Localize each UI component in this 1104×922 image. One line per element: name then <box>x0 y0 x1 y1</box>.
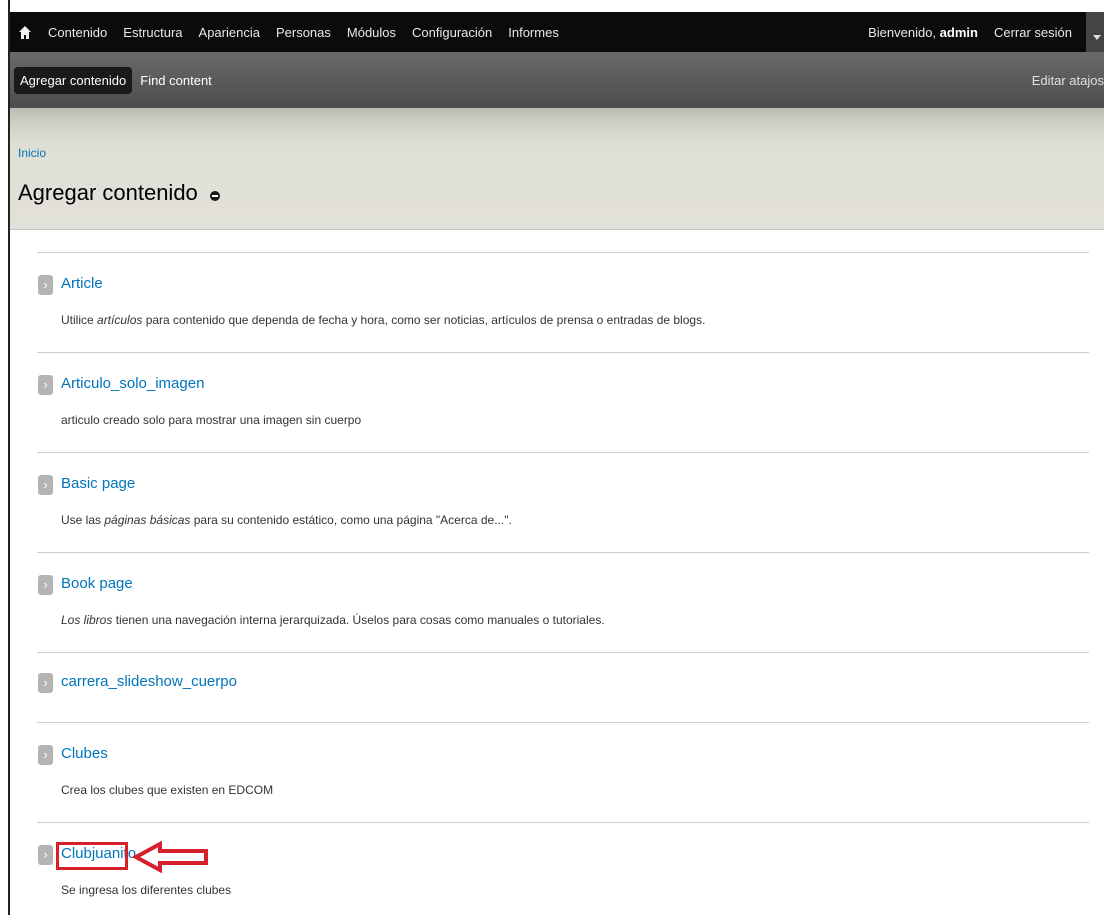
desc-text: tienen una navegación interna jerarquiza… <box>112 613 605 627</box>
logout-link[interactable]: Cerrar sesión <box>986 25 1080 40</box>
menu-estructura[interactable]: Estructura <box>115 25 190 40</box>
menu-configuracion[interactable]: Configuración <box>404 25 500 40</box>
shortcut-find-content[interactable]: Find content <box>136 73 216 88</box>
page-title: Agregar contenido <box>18 180 198 205</box>
list-item: › Clubes Crea los clubes que existen en … <box>37 722 1089 822</box>
list-item: › Clubjuanito Se ingresa los diferentes … <box>37 822 1089 922</box>
content-type-list: › Article Utilice artículos para conteni… <box>37 252 1089 922</box>
chevron-right-icon: › <box>38 673 53 693</box>
username[interactable]: admin <box>940 25 978 40</box>
desc-text: para su contenido estático, como una pág… <box>190 513 512 527</box>
chevron-right-icon: › <box>38 475 53 495</box>
content-type-link-carrera-slideshow-cuerpo[interactable]: carrera_slideshow_cuerpo <box>61 673 237 690</box>
list-item: › Book page Los libros tienen una navega… <box>37 552 1089 652</box>
menu-informes[interactable]: Informes <box>500 25 567 40</box>
welcome-prefix: Bienvenido, <box>868 24 937 40</box>
content-type-description: Use las páginas básicas para su contenid… <box>61 513 512 527</box>
content-type-link-articulo-solo-imagen[interactable]: Articulo_solo_imagen <box>61 375 204 392</box>
content-type-link-article[interactable]: Article <box>61 275 103 292</box>
shortcuts-drawer-toggle[interactable] <box>1086 12 1104 52</box>
content-type-description: Utilice artículos para contenido que dep… <box>61 313 705 327</box>
content-type-description: Los libros tienen una navegación interna… <box>61 613 605 627</box>
shortcuts-bar: Agregar contenido Find content Editar at… <box>10 52 1104 108</box>
chevron-right-icon: › <box>38 275 53 295</box>
left-arrow-icon <box>132 840 208 874</box>
content-type-description: Crea los clubes que existen en EDCOM <box>61 783 273 797</box>
content-type-description: Se ingresa los diferentes clubes <box>61 883 231 897</box>
menu-personas[interactable]: Personas <box>268 25 339 40</box>
list-item: › Basic page Use las páginas básicas par… <box>37 452 1089 552</box>
desc-text: Utilice <box>61 313 98 327</box>
chevron-right-icon: › <box>38 745 53 765</box>
breadcrumb-home[interactable]: Inicio <box>18 146 46 160</box>
welcome-text: Bienvenido, admin <box>860 25 986 40</box>
shortcut-add-content[interactable]: Agregar contenido <box>14 66 133 94</box>
list-item: › Articulo_solo_imagen articulo creado s… <box>37 352 1089 452</box>
page-header: Inicio Agregar contenido <box>10 108 1104 230</box>
content-type-link-clubes[interactable]: Clubes <box>61 745 108 762</box>
desc-text: para contenido que dependa de fecha y ho… <box>142 313 706 327</box>
menu-apariencia[interactable]: Apariencia <box>191 25 268 40</box>
edit-shortcuts-link[interactable]: Editar atajos <box>1032 73 1104 88</box>
content-type-link-book-page[interactable]: Book page <box>61 575 133 592</box>
admin-toolbar: Contenido Estructura Apariencia Personas… <box>10 12 1104 52</box>
desc-text: Crea los clubes que existen en EDCOM <box>61 783 274 797</box>
annotation-highlight-box <box>56 842 128 870</box>
home-link[interactable] <box>10 25 40 39</box>
content-type-link-basic-page[interactable]: Basic page <box>61 475 135 492</box>
content-type-description: articulo creado solo para mostrar una im… <box>61 413 361 427</box>
minus-circle-icon[interactable] <box>209 191 220 201</box>
chevron-right-icon: › <box>38 375 53 395</box>
desc-text: articulo creado solo para mostrar una im… <box>61 413 362 427</box>
desc-text: Use las <box>61 513 105 527</box>
list-item: › Article Utilice artículos para conteni… <box>37 252 1089 352</box>
chevron-right-icon: › <box>38 845 53 865</box>
page-title-wrap: Agregar contenido <box>18 180 220 206</box>
user-menu: Bienvenido, admin Cerrar sesión <box>860 12 1104 52</box>
list-item: › carrera_slideshow_cuerpo <box>37 652 1089 722</box>
menu-contenido[interactable]: Contenido <box>40 25 115 40</box>
home-icon <box>19 25 31 39</box>
desc-emphasis: páginas básicas <box>104 513 191 527</box>
desc-emphasis: artículos <box>97 313 143 327</box>
menu-modulos[interactable]: Módulos <box>339 25 404 40</box>
toolbar-menu: Contenido Estructura Apariencia Personas… <box>40 25 567 40</box>
desc-emphasis: Los libros <box>61 613 113 627</box>
desc-text: Se ingresa los diferentes clubes <box>61 883 232 897</box>
chevron-right-icon: › <box>38 575 53 595</box>
